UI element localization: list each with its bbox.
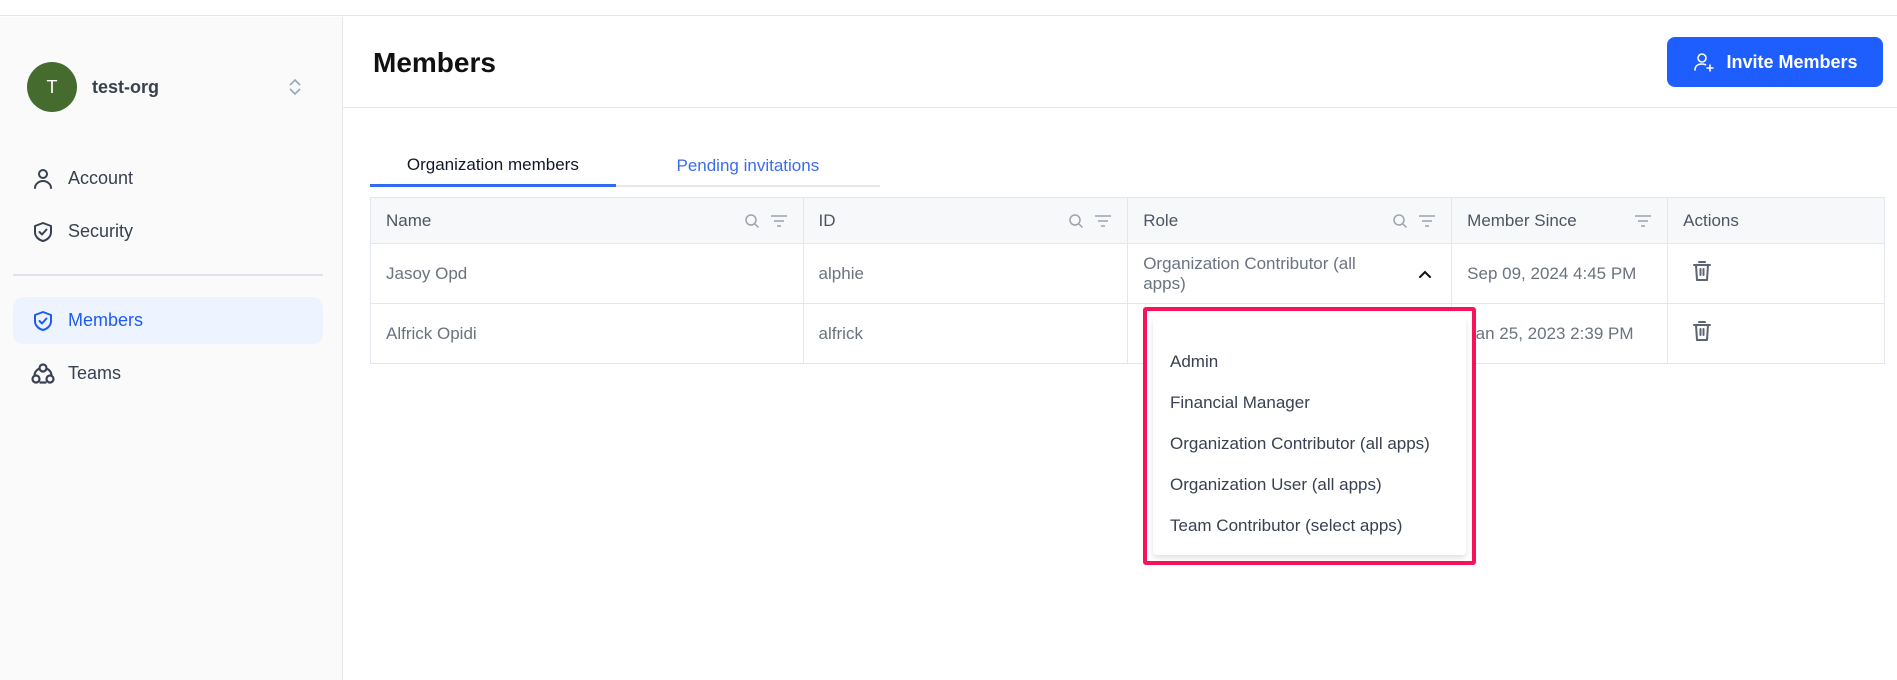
org-avatar: T (27, 62, 77, 112)
cell-actions (1667, 243, 1885, 304)
org-name: test-org (92, 76, 159, 97)
tab-organization-members[interactable]: Organization members (370, 145, 616, 187)
invite-members-label: Invite Members (1726, 51, 1858, 72)
column-header-role: Role (1127, 197, 1453, 244)
cell-name: Jasoy Opd (370, 243, 804, 304)
column-header-actions: Actions (1667, 197, 1885, 244)
sidebar-item-label: Security (68, 221, 134, 241)
filter-icon[interactable] (1634, 213, 1652, 229)
members-tabs: Organization members Pending invitations (370, 145, 880, 187)
member-since-value: Sep 09, 2024 4:45 PM (1467, 263, 1637, 283)
trash-icon (1693, 261, 1712, 281)
search-icon[interactable] (744, 213, 760, 229)
delete-member-button[interactable] (1691, 259, 1713, 283)
chevron-up-icon[interactable] (1418, 269, 1436, 279)
filter-icon[interactable] (1094, 213, 1112, 229)
delete-member-button[interactable] (1691, 319, 1713, 343)
sidebar-item-account[interactable]: Account (13, 155, 323, 202)
sidebar-item-security[interactable]: Security (13, 208, 323, 255)
role-select[interactable]: Organization Contributor (all apps) (1143, 254, 1436, 294)
sidebar-item-teams[interactable]: Teams (13, 350, 323, 397)
search-icon[interactable] (1392, 213, 1408, 229)
column-header-label: Role (1143, 210, 1179, 230)
table-header-row: Name ID Role Member Since Actions (370, 197, 1885, 244)
role-dropdown-menu: Admin Financial Manager Organization Con… (1143, 307, 1476, 565)
cell-id: alphie (802, 243, 1129, 304)
sidebar-item-label: Members (68, 310, 144, 330)
role-option-team-contributor[interactable]: Team Contributor (select apps) (1170, 510, 1402, 542)
teams-icon (30, 361, 56, 387)
members-table: Name ID Role Member Since Actions Jasoy … (370, 197, 1885, 364)
cell-role[interactable]: Organization Contributor (all apps) (1127, 243, 1453, 304)
sidebar-divider (13, 274, 323, 276)
top-bar (0, 0, 1897, 16)
role-option-organization-contributor[interactable]: Organization Contributor (all apps) (1170, 428, 1430, 460)
table-row: Alfrick Opidi alfrick Jan 25, 2023 2:39 … (370, 303, 1885, 364)
cell-actions (1667, 303, 1885, 364)
column-header-member-since: Member Since (1451, 197, 1669, 244)
role-option-organization-user[interactable]: Organization User (all apps) (1170, 469, 1382, 501)
role-option-financial-manager[interactable]: Financial Manager (1170, 387, 1310, 419)
role-select-value: Organization Contributor (all apps) (1143, 253, 1356, 293)
member-since-value: Jan 25, 2023 2:39 PM (1467, 323, 1634, 343)
cell-id: alfrick (802, 303, 1129, 364)
tab-pending-invitations[interactable]: Pending invitations (616, 145, 880, 187)
table-row: Jasoy Opd alphie Organization Contributo… (370, 243, 1885, 304)
shield-check-icon (30, 219, 56, 245)
column-header-label: ID (818, 210, 836, 230)
cell-member-since: Sep 09, 2024 4:45 PM (1451, 243, 1669, 304)
role-dropdown-list: Admin Financial Manager Organization Con… (1153, 317, 1466, 555)
chevron-up-down-icon[interactable] (283, 75, 307, 99)
page-header: Members Invite Members (343, 17, 1897, 108)
column-header-label: Member Since (1467, 210, 1577, 230)
column-header-label: Name (386, 210, 432, 230)
page-title: Members (373, 47, 496, 78)
role-option-admin[interactable]: Admin (1170, 346, 1218, 378)
sidebar-item-label: Teams (68, 363, 122, 383)
invite-members-button[interactable]: Invite Members (1667, 37, 1883, 87)
column-header-label: Actions (1683, 210, 1739, 230)
user-plus-icon (1692, 50, 1716, 74)
filter-icon[interactable] (1418, 213, 1436, 229)
column-header-name: Name (370, 197, 804, 244)
filter-icon[interactable] (770, 213, 788, 229)
search-icon[interactable] (1068, 213, 1084, 229)
sidebar-item-label: Account (68, 168, 134, 188)
sidebar: T test-org Account Security Members Team… (0, 17, 343, 680)
cell-name: Alfrick Opidi (370, 303, 804, 364)
sidebar-item-members[interactable]: Members (13, 297, 323, 344)
trash-icon (1693, 321, 1712, 341)
user-icon (30, 166, 56, 192)
cell-member-since: Jan 25, 2023 2:39 PM (1451, 303, 1669, 364)
org-switcher[interactable]: T test-org (27, 62, 307, 112)
column-header-id: ID (802, 197, 1129, 244)
shield-check-icon (30, 308, 56, 334)
